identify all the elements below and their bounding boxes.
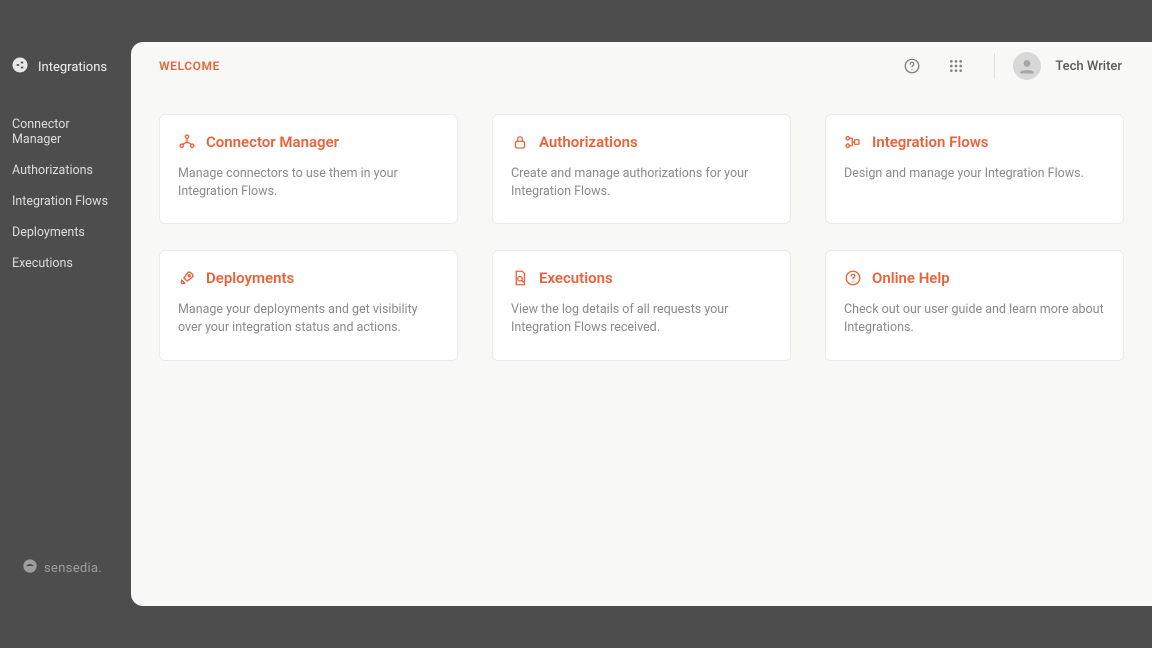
sidebar: Integrations Connector Manager Authoriza… — [0, 0, 131, 648]
card-executions[interactable]: Executions View the log details of all r… — [492, 250, 791, 360]
card-title: Integration Flows — [872, 133, 989, 151]
sidebar-footer: sensedia. — [0, 558, 131, 648]
topbar: WELCOME — [131, 42, 1152, 90]
rocket-icon — [178, 269, 196, 287]
card-desc: Manage your deployments and get visibili… — [178, 301, 439, 337]
help-icon — [903, 57, 921, 75]
card-desc: Manage connectors to use them in your In… — [178, 165, 439, 201]
card-deployments[interactable]: Deployments Manage your deployments and … — [159, 250, 458, 360]
card-desc: Check out our user guide and learn more … — [844, 301, 1105, 337]
card-integration-flows[interactable]: Integration Flows Design and manage your… — [825, 114, 1124, 224]
card-online-help[interactable]: Online Help Check out our user guide and… — [825, 250, 1124, 360]
apps-button[interactable] — [942, 52, 970, 80]
card-desc: View the log details of all requests you… — [511, 301, 772, 337]
sensedia-logo-icon — [22, 558, 38, 578]
sidebar-item-deployments[interactable]: Deployments — [0, 217, 131, 248]
topbar-actions: Tech Writer — [898, 52, 1126, 80]
connector-icon — [178, 133, 196, 151]
file-search-icon — [511, 269, 529, 287]
card-desc: Design and manage your Integration Flows… — [844, 165, 1105, 183]
avatar-icon — [1017, 56, 1037, 76]
card-title: Authorizations — [539, 133, 638, 151]
lock-icon — [511, 133, 529, 151]
card-title: Connector Manager — [206, 133, 339, 151]
sidebar-item-executions[interactable]: Executions — [0, 248, 131, 279]
topbar-divider — [994, 53, 995, 79]
card-grid: Connector Manager Manage connectors to u… — [159, 114, 1124, 361]
sidebar-nav: Connector Manager Authorizations Integra… — [0, 109, 131, 279]
card-title: Executions — [539, 269, 613, 287]
sidebar-item-integration-flows[interactable]: Integration Flows — [0, 186, 131, 217]
flow-icon — [844, 133, 862, 151]
avatar — [1013, 52, 1041, 80]
app-root: Integrations Connector Manager Authoriza… — [0, 0, 1152, 648]
main-wrap: WELCOME — [131, 0, 1152, 648]
main: WELCOME — [131, 42, 1152, 606]
brand[interactable]: Integrations — [0, 55, 131, 109]
content: Connector Manager Manage connectors to u… — [131, 90, 1152, 606]
page-title: WELCOME — [159, 59, 220, 73]
user-name: Tech Writer — [1055, 59, 1122, 74]
card-title: Deployments — [206, 269, 294, 287]
footer-label: sensedia. — [44, 561, 102, 576]
help-button[interactable] — [898, 52, 926, 80]
brand-icon — [10, 55, 30, 79]
brand-label: Integrations — [38, 60, 107, 75]
card-desc: Create and manage authorizations for you… — [511, 165, 772, 201]
card-connector-manager[interactable]: Connector Manager Manage connectors to u… — [159, 114, 458, 224]
help-circle-icon — [844, 269, 862, 287]
sidebar-item-connector-manager[interactable]: Connector Manager — [0, 109, 131, 155]
user-menu[interactable]: Tech Writer — [1013, 52, 1126, 80]
card-authorizations[interactable]: Authorizations Create and manage authori… — [492, 114, 791, 224]
sidebar-item-authorizations[interactable]: Authorizations — [0, 155, 131, 186]
card-title: Online Help — [872, 269, 950, 287]
apps-icon — [948, 58, 964, 74]
